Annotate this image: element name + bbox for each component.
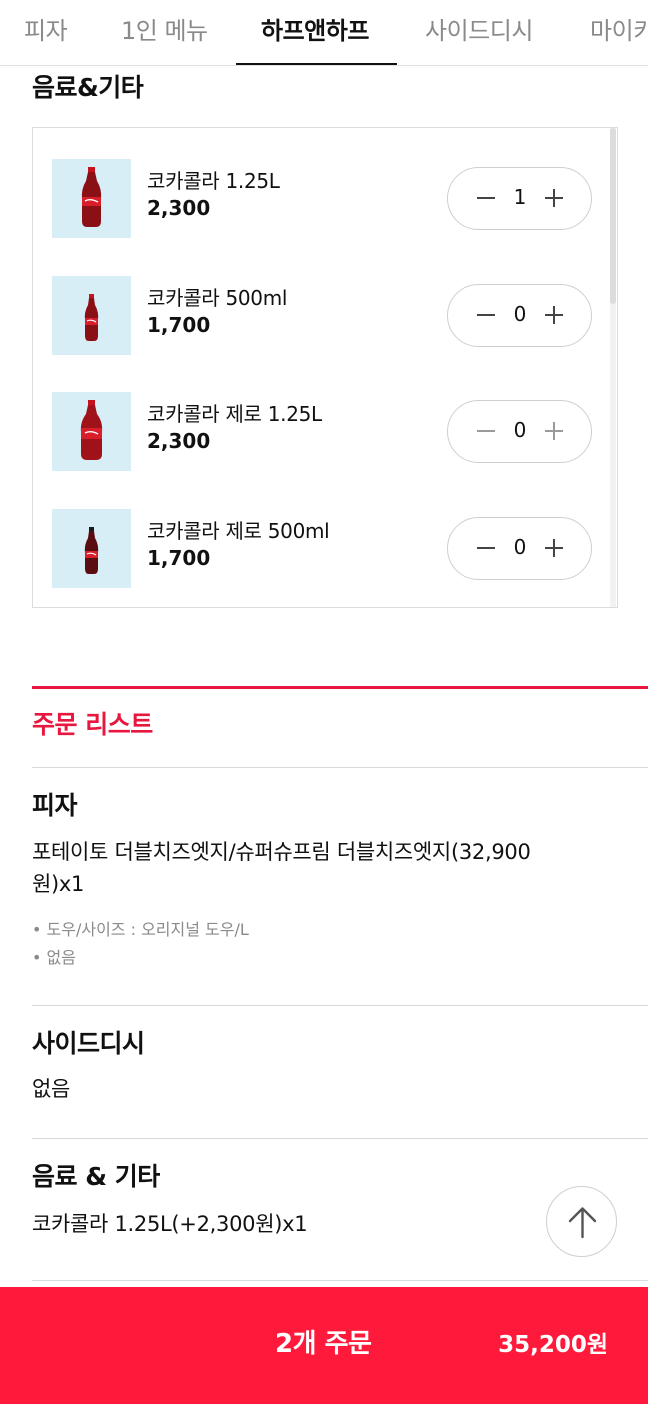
tab-single-menu[interactable]: 1인 메뉴 (121, 0, 208, 65)
coke-bottle-image (52, 509, 131, 588)
drink-price: 2,300 (147, 196, 211, 220)
minus-icon[interactable] (470, 532, 502, 564)
drink-item: 코카콜라 제로 500ml 1,700 0 (33, 509, 611, 607)
quantity-value: 0 (513, 418, 527, 442)
plus-icon[interactable] (538, 415, 570, 447)
minus-icon[interactable] (470, 415, 502, 447)
order-button[interactable]: 2개 주문 35,200원 (0, 1287, 648, 1404)
drink-name: 코카콜라 500ml (147, 286, 288, 310)
drinks-category-title: 음료 & 기타 (32, 1162, 160, 1191)
drinks-section-title: 음료&기타 (32, 73, 144, 102)
coke-bottle-image (52, 276, 131, 355)
pizza-order-line: 원)x1 (32, 872, 85, 896)
drink-item: 코카콜라 제로 1.25L 2,300 0 (33, 392, 611, 502)
drink-price: 2,300 (147, 429, 211, 453)
tab-side-dish[interactable]: 사이드디시 (425, 0, 533, 65)
drink-name: 코카콜라 1.25L (147, 169, 280, 193)
quantity-value: 0 (513, 302, 527, 326)
drink-item: 코카콜라 1.25L 2,300 1 (33, 159, 611, 269)
active-tab-indicator (236, 63, 397, 65)
order-list-title: 주문 리스트 (32, 710, 153, 739)
pizza-order-line: 포테이토 더블치즈엣지/슈퍼슈프림 더블치즈엣지(32,900 (32, 840, 531, 864)
plus-icon[interactable] (538, 532, 570, 564)
quantity-stepper: 0 (447, 400, 592, 463)
minus-icon[interactable] (470, 299, 502, 331)
quantity-stepper: 0 (447, 517, 592, 580)
divider (32, 1005, 648, 1006)
drink-name: 코카콜라 제로 1.25L (147, 402, 322, 426)
tab-pizza[interactable]: 피자 (24, 0, 68, 65)
order-list-divider (32, 686, 648, 689)
drink-price: 1,700 (147, 546, 211, 570)
side-category-title: 사이드디시 (32, 1029, 145, 1058)
pizza-option: • 없음 (32, 948, 76, 967)
divider (32, 1280, 648, 1281)
pizza-category-title: 피자 (32, 791, 78, 820)
quantity-value: 1 (513, 185, 527, 209)
divider (32, 767, 648, 768)
minus-icon[interactable] (470, 182, 502, 214)
order-button-label: 2개 주문 (275, 1329, 372, 1359)
coke-bottle-image (52, 392, 131, 471)
quantity-stepper: 0 (447, 284, 592, 347)
drink-list[interactable]: 코카콜라 1.25L 2,300 1 코카콜라 500ml 1,700 0 코카… (32, 127, 618, 608)
scroll-top-button[interactable] (546, 1186, 617, 1257)
order-total-price: 35,200원 (498, 1332, 608, 1358)
plus-icon[interactable] (538, 299, 570, 331)
tab-my-kitchen[interactable]: 마이키 (590, 0, 648, 65)
pizza-option: • 도우/사이즈 : 오리지널 도우/L (32, 920, 249, 939)
divider (32, 1138, 648, 1139)
category-tabs: 피자 1인 메뉴 하프앤하프 사이드디시 마이키 (0, 0, 648, 66)
drink-name: 코카콜라 제로 500ml (147, 519, 330, 543)
quantity-stepper: 1 (447, 167, 592, 230)
drinks-order-value: 코카콜라 1.25L(+2,300원)x1 (32, 1212, 308, 1236)
coke-bottle-image (52, 159, 131, 238)
drink-price: 1,700 (147, 313, 211, 337)
drink-item: 코카콜라 500ml 1,700 0 (33, 276, 611, 386)
plus-icon[interactable] (538, 182, 570, 214)
side-order-value: 없음 (32, 1077, 71, 1101)
tab-half-and-half[interactable]: 하프앤하프 (261, 0, 369, 65)
arrow-up-icon (568, 1207, 597, 1239)
quantity-value: 0 (513, 535, 527, 559)
